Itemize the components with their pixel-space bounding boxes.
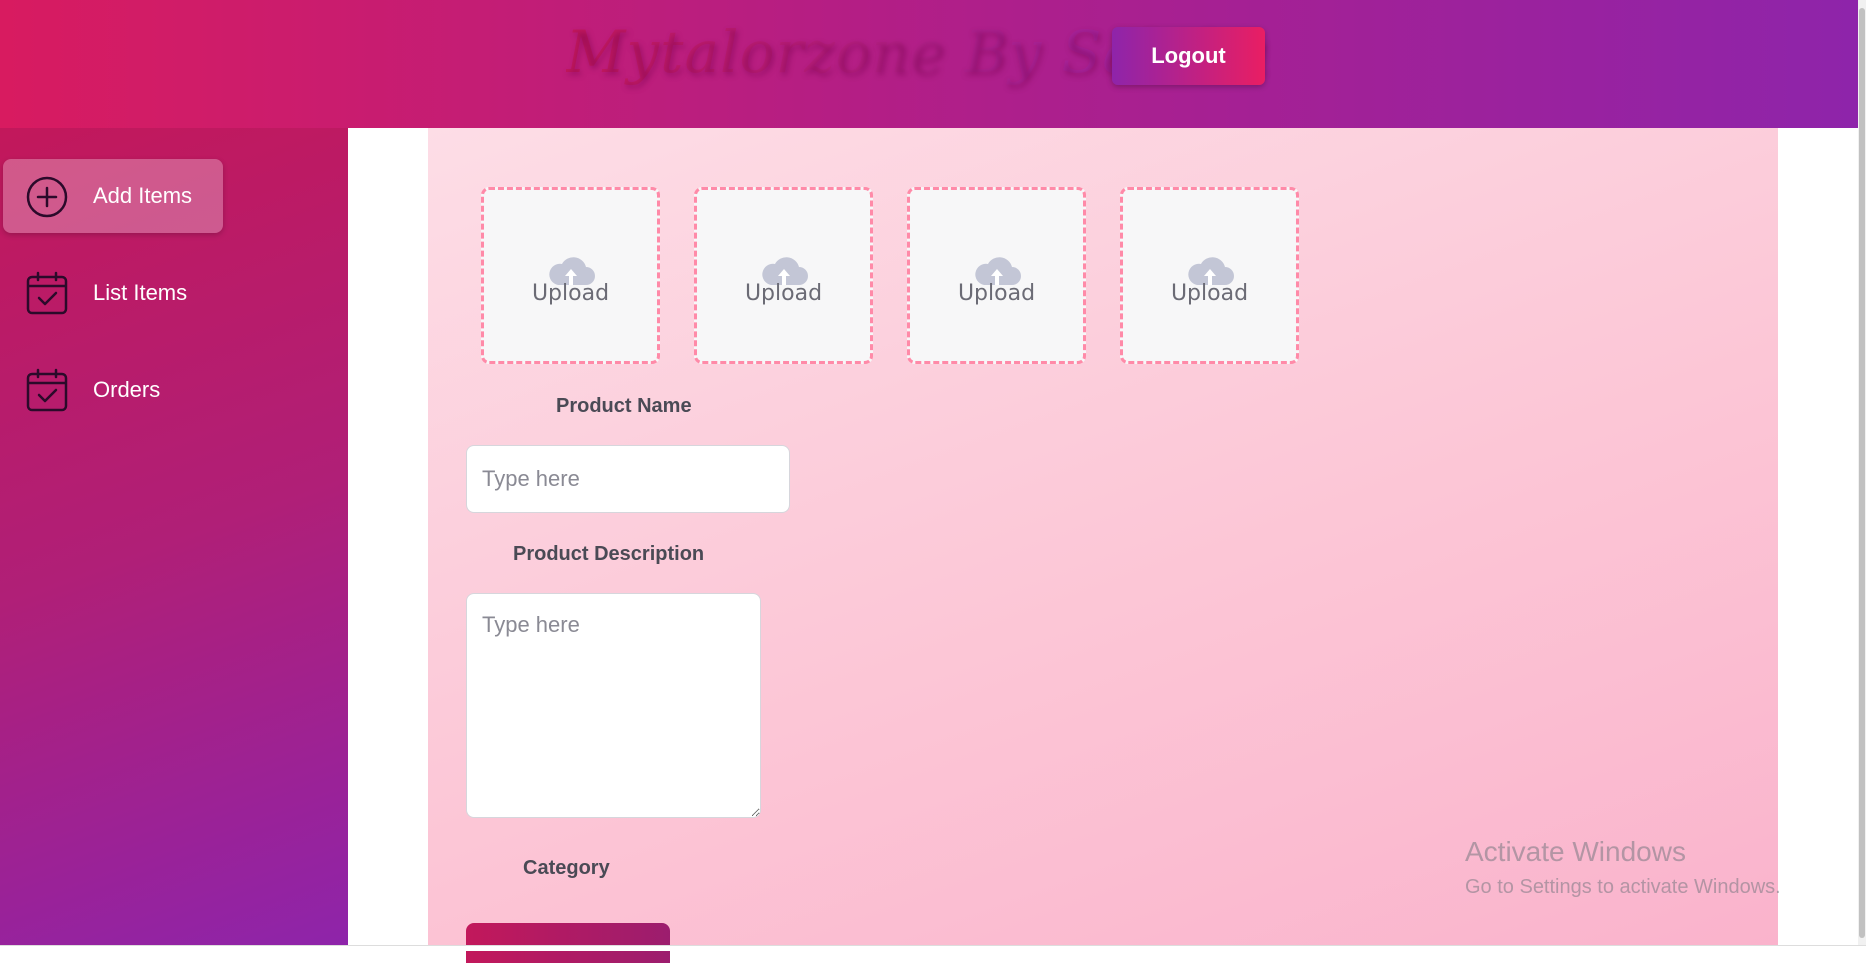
activate-windows-title: Activate Windows xyxy=(1465,836,1686,867)
image-upload-2[interactable]: Upload xyxy=(694,187,873,364)
upload-label: Upload xyxy=(957,281,1036,306)
image-upload-3[interactable]: Upload xyxy=(907,187,1086,364)
sidebar-item-label: Orders xyxy=(93,377,161,402)
image-upload-4[interactable]: Upload xyxy=(1120,187,1299,364)
upload-label: Upload xyxy=(744,281,823,306)
upload-label: Upload xyxy=(1170,281,1249,306)
category-label: Category xyxy=(523,857,610,879)
logout-button[interactable]: Logout xyxy=(1112,27,1265,85)
calendar-check-icon xyxy=(26,271,68,315)
top-header: Mytalorzone By Sahiba Logout xyxy=(0,0,1858,128)
product-description-label: Product Description xyxy=(513,543,705,565)
plus-circle-icon xyxy=(26,176,68,218)
upload-label: Upload xyxy=(531,281,610,306)
scrollbar-thumb[interactable] xyxy=(1859,8,1865,938)
sidebar-item-label: Add Items xyxy=(93,183,193,208)
sidebar-item-label: List Items xyxy=(93,280,188,305)
category-select[interactable] xyxy=(466,923,670,963)
product-description-textarea[interactable] xyxy=(466,593,761,818)
bottom-edge xyxy=(0,945,1866,951)
sidebar-item-orders[interactable]: Orders xyxy=(3,353,223,427)
sidebar: Add Items List Items Orders xyxy=(0,128,348,945)
sidebar-item-add-items[interactable]: Add Items xyxy=(3,159,223,233)
sidebar-item-list-items[interactable]: List Items xyxy=(3,256,223,330)
product-name-label: Product Name xyxy=(556,395,692,417)
calendar-check-icon xyxy=(26,368,68,412)
image-upload-1[interactable]: Upload xyxy=(481,187,660,364)
product-name-input[interactable] xyxy=(466,445,790,513)
activate-windows-subtitle: Go to Settings to activate Windows. xyxy=(1465,876,1781,898)
